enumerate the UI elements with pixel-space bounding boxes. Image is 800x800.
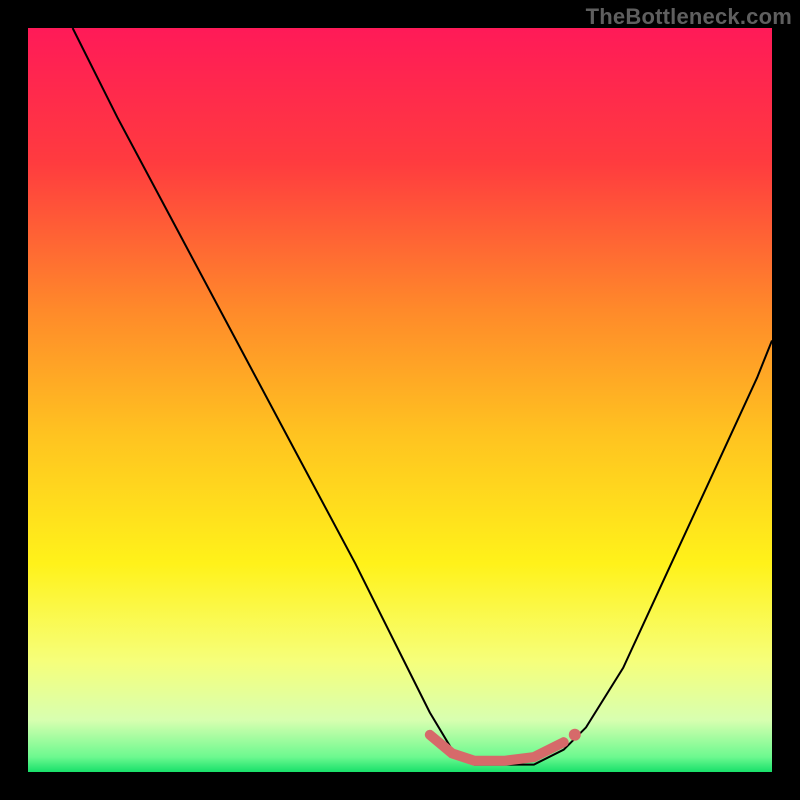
curve-svg [28, 28, 772, 772]
chart-frame: TheBottleneck.com [0, 0, 800, 800]
trough-end-marker-icon [569, 729, 581, 741]
plot-gradient-area [28, 28, 772, 772]
trough-highlight-line [430, 735, 564, 761]
bottleneck-curve-line [73, 28, 772, 765]
watermark-text: TheBottleneck.com [586, 4, 792, 30]
